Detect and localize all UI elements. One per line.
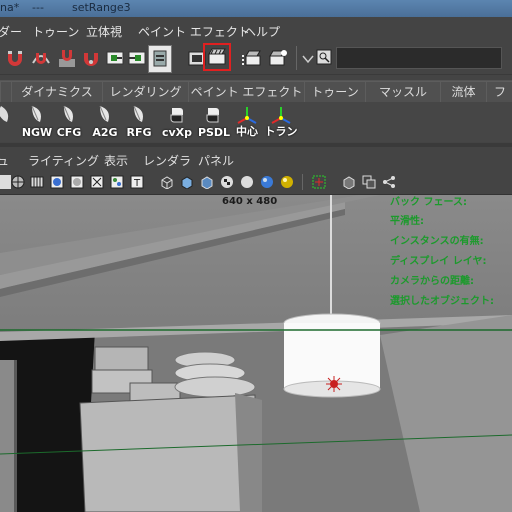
box-top — [94, 346, 149, 371]
magnet-plane-icon[interactable] — [80, 47, 102, 69]
shaded-cube-icon[interactable] — [180, 175, 194, 190]
shelf-tab-bar: ダイナミクス レンダリング ペイント エフェクト トゥーン マッスル 流体 フ — [0, 80, 512, 103]
panel-menu-panels[interactable]: パネル — [198, 152, 234, 169]
tab-dynamics[interactable]: ダイナミクス — [11, 81, 103, 103]
shelf: NGW CFG A2G RFG cvXp PSDL 中心 トラン — [0, 102, 512, 142]
panel-separator — [0, 143, 512, 147]
shelf-button-psdl[interactable]: PSDL — [196, 104, 232, 140]
dropdown-icon[interactable] — [301, 48, 315, 68]
hud-display-layer: ディスプレイ レイヤ: — [390, 256, 487, 267]
shelf-button-a2g[interactable]: A2G — [88, 104, 122, 140]
ceiling-beam — [0, 200, 345, 289]
xray-icon[interactable] — [90, 175, 104, 189]
shaded-wire-icon[interactable] — [11, 175, 25, 189]
magnet-point-icon[interactable] — [56, 47, 78, 69]
menu-item-lead-cut[interactable]: ダー — [0, 23, 22, 40]
svg-text:T: T — [133, 178, 141, 189]
light-selected-icon[interactable] — [280, 175, 294, 189]
title-bar: na* --- setRange3 — [0, 0, 512, 17]
wireframe-cube-icon[interactable] — [160, 175, 174, 190]
shelf-button-rfg[interactable]: RFG — [122, 104, 156, 140]
feather-icon — [133, 105, 143, 122]
pillow-bottom — [174, 376, 256, 398]
ipr-render-icon[interactable] — [240, 47, 262, 69]
shelf-button-cfg[interactable]: CFG — [52, 104, 86, 140]
magnet-u-icon[interactable] — [4, 47, 26, 69]
render-current-icon[interactable] — [203, 43, 231, 71]
main-menu-bar: ダー トゥーン 立体視 ペイント エフェクト ヘルプ — [0, 18, 512, 42]
tab-muscle[interactable]: マッスル — [365, 81, 441, 103]
viewport[interactable]: 640 x 480 バック フェース: 平滑性: インスタンスの有無: ディスプ… — [0, 195, 512, 512]
graph-nodes-icon[interactable] — [382, 175, 396, 189]
toolbar-divider — [296, 46, 297, 70]
input-ops-icon[interactable] — [104, 47, 126, 69]
quick-search-input[interactable] — [336, 47, 502, 69]
construction-history-icon[interactable] — [148, 45, 172, 73]
camera-attributes-icon[interactable] — [0, 175, 11, 189]
menu-item-paint-effects[interactable]: ペイント エフェクト — [138, 23, 250, 40]
textured-cube-icon[interactable] — [200, 175, 214, 190]
light-locator-icon — [326, 376, 342, 392]
smooth-shade-icon[interactable] — [70, 175, 84, 189]
feather-icon — [63, 105, 73, 122]
hud-smoothness: 平滑性: — [390, 216, 424, 227]
panel-toolbar-divider — [302, 174, 303, 190]
tab-rendering[interactable]: レンダリング — [102, 81, 189, 103]
python-icon — [170, 108, 183, 123]
checker-icon[interactable] — [220, 175, 234, 189]
tab-paint-effects[interactable]: ペイント エフェクト — [188, 81, 305, 103]
python-icon — [206, 108, 219, 123]
hud-backface: バック フェース: — [390, 197, 467, 208]
search-field-icon[interactable] — [316, 49, 332, 65]
door-frame — [0, 360, 14, 512]
shelf-button-ngw[interactable]: NGW — [20, 104, 54, 140]
door-frame-edge — [14, 360, 17, 512]
panel-menu-renderer[interactable]: レンダラ — [143, 152, 191, 169]
title-separator: --- — [32, 1, 44, 14]
shelf-button-center[interactable]: 中心 — [230, 104, 264, 140]
render-settings-icon[interactable] — [266, 47, 288, 69]
cabinet — [79, 394, 256, 512]
magnet-curve-icon[interactable] — [30, 47, 52, 69]
shelf-button-cvxp[interactable]: cvXp — [160, 104, 194, 140]
sphere-shaded-icon[interactable] — [50, 175, 64, 189]
shelf-button-transform[interactable]: トラン — [264, 104, 298, 140]
grid-toggle-icon[interactable] — [30, 175, 44, 189]
menu-item-stereo[interactable]: 立体視 — [86, 23, 122, 40]
panel-menu-bar: ュ ライティング 表示 レンダラ パネル — [0, 148, 512, 170]
light-default-icon[interactable] — [260, 175, 274, 189]
ceiling-plane — [0, 195, 380, 275]
light-all-icon[interactable] — [240, 175, 254, 189]
tab-overflow[interactable]: フ — [486, 81, 512, 103]
shelf-button-partial[interactable] — [0, 104, 18, 140]
isolate-icon[interactable] — [110, 175, 124, 189]
lamp-shade-body — [284, 323, 380, 389]
view-cube-icon[interactable] — [342, 175, 356, 190]
hud-instancing: インスタンスの有無: — [390, 236, 484, 247]
panel-menu-show[interactable]: 表示 — [104, 152, 128, 169]
status-line — [0, 42, 512, 75]
panel-menu-lighting[interactable]: ライティング — [28, 152, 99, 169]
text-display-icon[interactable]: T — [130, 175, 144, 189]
title-scene-name: setRange3 — [72, 1, 131, 14]
feather-icon — [99, 105, 109, 122]
resolution-readout: 640 x 480 — [222, 196, 278, 207]
tab-toon[interactable]: トゥーン — [304, 81, 366, 103]
hud-selected-objects: 選択したオブジェクト: — [390, 296, 494, 307]
tab-fluids[interactable]: 流体 — [440, 81, 487, 103]
resolution-gate-icon[interactable] — [312, 175, 326, 189]
menu-item-help[interactable]: ヘルプ — [244, 23, 280, 40]
panel-menu-view[interactable]: ュ — [0, 152, 9, 169]
title-app-fragment: na* — [0, 1, 20, 14]
feather-icon — [31, 105, 41, 122]
panel-toolbar: T — [0, 170, 512, 195]
hud-camera-distance: カメラからの距離: — [390, 276, 474, 287]
output-ops-icon[interactable] — [126, 47, 148, 69]
menu-item-toon[interactable]: トゥーン — [32, 23, 79, 40]
two-panels-icon[interactable] — [362, 175, 376, 189]
